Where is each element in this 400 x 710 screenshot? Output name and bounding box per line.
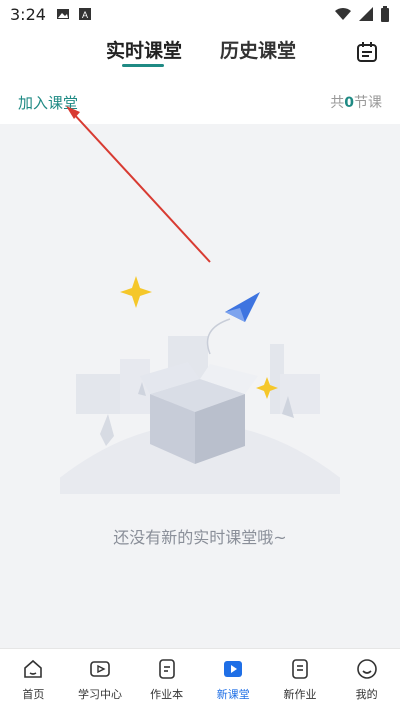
- image-icon: [56, 9, 69, 19]
- svg-text:A: A: [82, 10, 88, 20]
- class-count-value: 0: [344, 95, 354, 111]
- nav-label-new-homework: 新作业: [283, 687, 317, 701]
- signal-icon: [359, 7, 373, 21]
- status-time: 3:24: [10, 4, 46, 24]
- active-tab-indicator: [122, 64, 164, 67]
- nav-item-home[interactable]: 首页: [1, 658, 65, 702]
- home-icon: [24, 659, 43, 678]
- tab-history-class[interactable]: 历史课堂: [220, 36, 296, 63]
- nav-label-profile: 我的: [355, 687, 378, 701]
- content-area: 还没有新的实时课堂哦~: [0, 124, 400, 648]
- notebook-icon: [158, 658, 175, 679]
- video-icon: [224, 660, 243, 677]
- header: 实时课堂 历史课堂: [0, 28, 400, 78]
- nav-label-new-class: 新课堂: [216, 687, 250, 701]
- tab-live-class[interactable]: 实时课堂: [106, 36, 182, 63]
- wifi-icon: [335, 7, 351, 20]
- calendar-button[interactable]: [355, 40, 379, 64]
- class-count-suffix: 节课: [354, 95, 382, 111]
- nav-label-notebook: 作业本: [150, 687, 184, 701]
- a-icon: A: [78, 8, 91, 20]
- nav-item-new-class[interactable]: 新课堂: [201, 658, 265, 702]
- subheader: 加入课堂 共0节课: [0, 82, 400, 122]
- class-count: 共0节课: [330, 92, 382, 112]
- empty-state-message: 还没有新的实时课堂哦~: [113, 528, 287, 547]
- nav-label-learning-center: 学习中心: [77, 687, 122, 701]
- status-bar: 3:24 A: [0, 0, 400, 28]
- nav-label-home: 首页: [22, 687, 45, 701]
- nav-item-new-homework[interactable]: 新作业: [268, 658, 332, 702]
- profile-icon: [356, 658, 377, 679]
- class-count-prefix: 共: [330, 95, 345, 111]
- nav-item-notebook[interactable]: 作业本: [135, 658, 199, 702]
- nav-item-profile[interactable]: 我的: [335, 658, 399, 702]
- battery-icon: [381, 6, 389, 22]
- homework-icon: [292, 658, 308, 679]
- nav-item-learning-center[interactable]: 学习中心: [68, 658, 132, 702]
- calendar-icon: [357, 42, 377, 62]
- bottom-nav: 首页 学习中心 作业本 新课堂 新作业 我的: [0, 648, 400, 710]
- play-icon: [90, 660, 110, 677]
- empty-box-illustration: [60, 276, 340, 494]
- join-class-link[interactable]: 加入课堂: [18, 92, 78, 113]
